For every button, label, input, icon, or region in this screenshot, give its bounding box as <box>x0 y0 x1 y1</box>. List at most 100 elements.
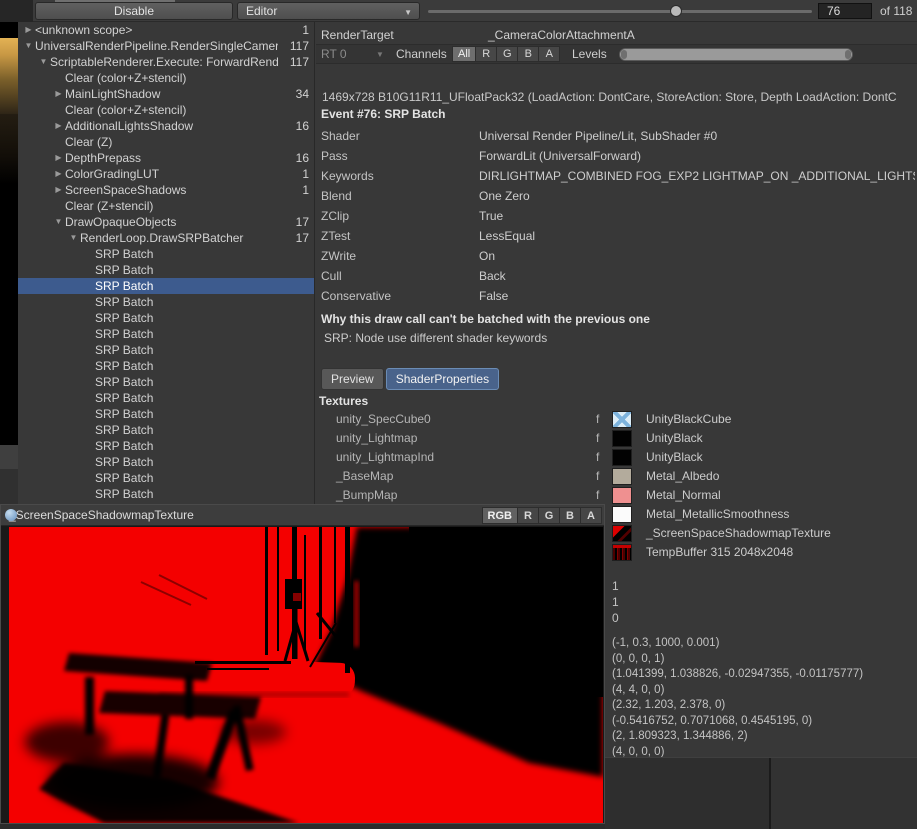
property-row-cull: CullBack <box>321 266 915 286</box>
levels-min-handle[interactable] <box>621 50 627 59</box>
tree-row-srp-batch[interactable]: SRP Batch <box>18 246 314 262</box>
tree-row-srp-batch[interactable]: SRP Batch <box>18 310 314 326</box>
preview-channel-button-g[interactable]: G <box>539 507 560 524</box>
texture-thumbnail[interactable] <box>612 449 632 466</box>
shadowmap-preview-image <box>9 527 603 823</box>
tree-row-universalrenderpipeline-rendersinglecamera[interactable]: ▼UniversalRenderPipeline.RenderSingleCam… <box>18 38 314 54</box>
tree-row-srp-batch[interactable]: SRP Batch <box>18 374 314 390</box>
tree-row-scriptablerenderer-execute-forwardrende[interactable]: ▼ScriptableRenderer.Execute: ForwardRend… <box>18 54 314 70</box>
preview-channel-button-r[interactable]: R <box>518 507 539 524</box>
tree-row-colorgradinglut[interactable]: ▶ColorGradingLUT1 <box>18 166 314 182</box>
tree-row-srp-batch[interactable]: SRP Batch <box>18 454 314 470</box>
texture-thumbnail[interactable] <box>612 430 632 447</box>
property-row-zclip: ZClipTrue <box>321 206 915 226</box>
tree-row-label: SRP Batch <box>95 278 278 294</box>
tree-row-label: SRP Batch <box>95 406 278 422</box>
tree-row-count: 1 <box>278 166 314 182</box>
tree-row-srp-batch[interactable]: SRP Batch <box>18 406 314 422</box>
tree-row-srp-batch[interactable]: SRP Batch <box>18 390 314 406</box>
tree-row-srp-batch[interactable]: SRP Batch <box>18 278 314 294</box>
frame-slider-handle[interactable] <box>670 5 682 17</box>
channel-button-b[interactable]: B <box>518 46 539 62</box>
preview-channel-button-b[interactable]: B <box>560 507 581 524</box>
texture-asset-name: Metal_MetallicSmoothness <box>646 505 789 524</box>
tab-shaderproperties[interactable]: ShaderProperties <box>386 368 499 390</box>
tree-row-mainlightshadow[interactable]: ▶MainLightShadow34 <box>18 86 314 102</box>
texture-asset-name: UnityBlack <box>646 448 703 467</box>
channel-button-r[interactable]: R <box>476 46 497 62</box>
texture-thumbnail[interactable] <box>612 487 632 504</box>
tree-row-srp-batch[interactable]: SRP Batch <box>18 326 314 342</box>
foldout-closed-icon[interactable]: ▶ <box>52 182 65 198</box>
bottom-edge-strip <box>0 824 605 829</box>
rt-index-dropdown[interactable]: RT 0 <box>321 47 347 61</box>
foldout-closed-icon[interactable]: ▶ <box>22 22 35 38</box>
tree-row-srp-batch[interactable]: SRP Batch <box>18 438 314 454</box>
preview-channel-group: RGBRGBA <box>482 507 602 524</box>
tree-row-srp-batch[interactable]: SRP Batch <box>18 358 314 374</box>
texture-asset-name: UnityBlack <box>646 429 703 448</box>
tree-row-clear-z-stencil[interactable]: Clear (Z+stencil) <box>18 198 314 214</box>
target-selector-dropdown[interactable]: Editor ▼ <box>237 2 420 20</box>
tree-row-srp-batch[interactable]: SRP Batch <box>18 470 314 486</box>
levels-max-handle[interactable] <box>845 50 851 59</box>
tree-row-clear-color-z-stencil[interactable]: Clear (color+Z+stencil) <box>18 70 314 86</box>
tree-row-label: DepthPrepass <box>65 150 278 166</box>
tree-row-clear-z[interactable]: Clear (Z) <box>18 134 314 150</box>
foldout-open-icon[interactable]: ▼ <box>22 38 35 54</box>
tree-row-srp-batch[interactable]: SRP Batch <box>18 294 314 310</box>
foldout-closed-icon[interactable]: ▶ <box>52 86 65 102</box>
texture-row: _BaseMapfMetal_Albedo <box>316 467 917 486</box>
tree-row-additionallightsshadow[interactable]: ▶AdditionalLightsShadow16 <box>18 118 314 134</box>
levels-range-slider[interactable] <box>619 48 853 61</box>
tree-row-depthprepass[interactable]: ▶DepthPrepass16 <box>18 150 314 166</box>
tree-row-srp-batch[interactable]: SRP Batch <box>18 342 314 358</box>
tree-row-count: 1 <box>278 22 314 38</box>
foldout-closed-icon[interactable]: ▶ <box>52 118 65 134</box>
texture-thumbnail[interactable] <box>612 525 632 542</box>
texture-thumbnail[interactable] <box>612 468 632 485</box>
tree-row-label: Clear (Z) <box>65 134 278 150</box>
texture-thumbnail[interactable] <box>612 544 632 561</box>
detail-tabs: PreviewShaderProperties <box>321 368 499 390</box>
tree-row-drawopaqueobjects[interactable]: ▼DrawOpaqueObjects17 <box>18 214 314 230</box>
levels-label: Levels <box>572 47 607 61</box>
foldout-open-icon[interactable]: ▼ <box>52 214 65 230</box>
textures-section-title: Textures <box>319 394 368 408</box>
tree-row-label: UniversalRenderPipeline.RenderSingleCame… <box>35 38 278 54</box>
vector-value: (0, 0, 0, 1) <box>612 652 863 668</box>
tree-row-label: SRP Batch <box>95 438 278 454</box>
frame-slider-track[interactable] <box>428 10 812 13</box>
tree-row-srp-batch[interactable]: SRP Batch <box>18 262 314 278</box>
foldout-closed-icon[interactable]: ▶ <box>52 150 65 166</box>
preview-channel-button-a[interactable]: A <box>581 507 602 524</box>
tree-row-clear-color-z-stencil[interactable]: Clear (color+Z+stencil) <box>18 102 314 118</box>
texture-thumbnail[interactable] <box>612 506 632 523</box>
preview-channel-button-rgb[interactable]: RGB <box>482 507 518 524</box>
frame-number-input[interactable]: 76 <box>818 3 872 19</box>
tree-row-label: MainLightShadow <box>65 86 278 102</box>
tree-row-label: SRP Batch <box>95 470 278 486</box>
disable-button[interactable]: Disable <box>35 2 233 20</box>
event-title: Event #76: SRP Batch <box>321 107 446 121</box>
preview-titlebar[interactable]: _ScreenSpaceShadowmapTexture RGBRGBA <box>1 505 604 526</box>
tree-row-unknown-scope[interactable]: ▶<unknown scope>1 <box>18 22 314 38</box>
background-panel-right <box>771 758 917 829</box>
foldout-closed-icon[interactable]: ▶ <box>52 166 65 182</box>
texture-property-name: _BumpMap <box>336 486 397 505</box>
tree-row-screenspaceshadows[interactable]: ▶ScreenSpaceShadows1 <box>18 182 314 198</box>
tree-row-label: SRP Batch <box>95 342 278 358</box>
foldout-open-icon[interactable]: ▼ <box>37 54 50 70</box>
tree-row-srp-batch[interactable]: SRP Batch <box>18 486 314 502</box>
channel-button-g[interactable]: G <box>497 46 518 62</box>
property-value: One Zero <box>479 186 915 206</box>
texture-thumbnail[interactable] <box>612 411 632 428</box>
property-value: DIRLIGHTMAP_COMBINED FOG_EXP2 LIGHTMAP_O… <box>479 166 915 186</box>
tree-row-renderloop-drawsrpbatcher[interactable]: ▼RenderLoop.DrawSRPBatcher17 <box>18 230 314 246</box>
tree-row-srp-batch[interactable]: SRP Batch <box>18 422 314 438</box>
foldout-open-icon[interactable]: ▼ <box>67 230 80 246</box>
tab-preview[interactable]: Preview <box>321 368 384 390</box>
channel-button-all[interactable]: All <box>452 46 476 62</box>
tree-row-count: 1 <box>278 182 314 198</box>
channel-button-a[interactable]: A <box>539 46 560 62</box>
